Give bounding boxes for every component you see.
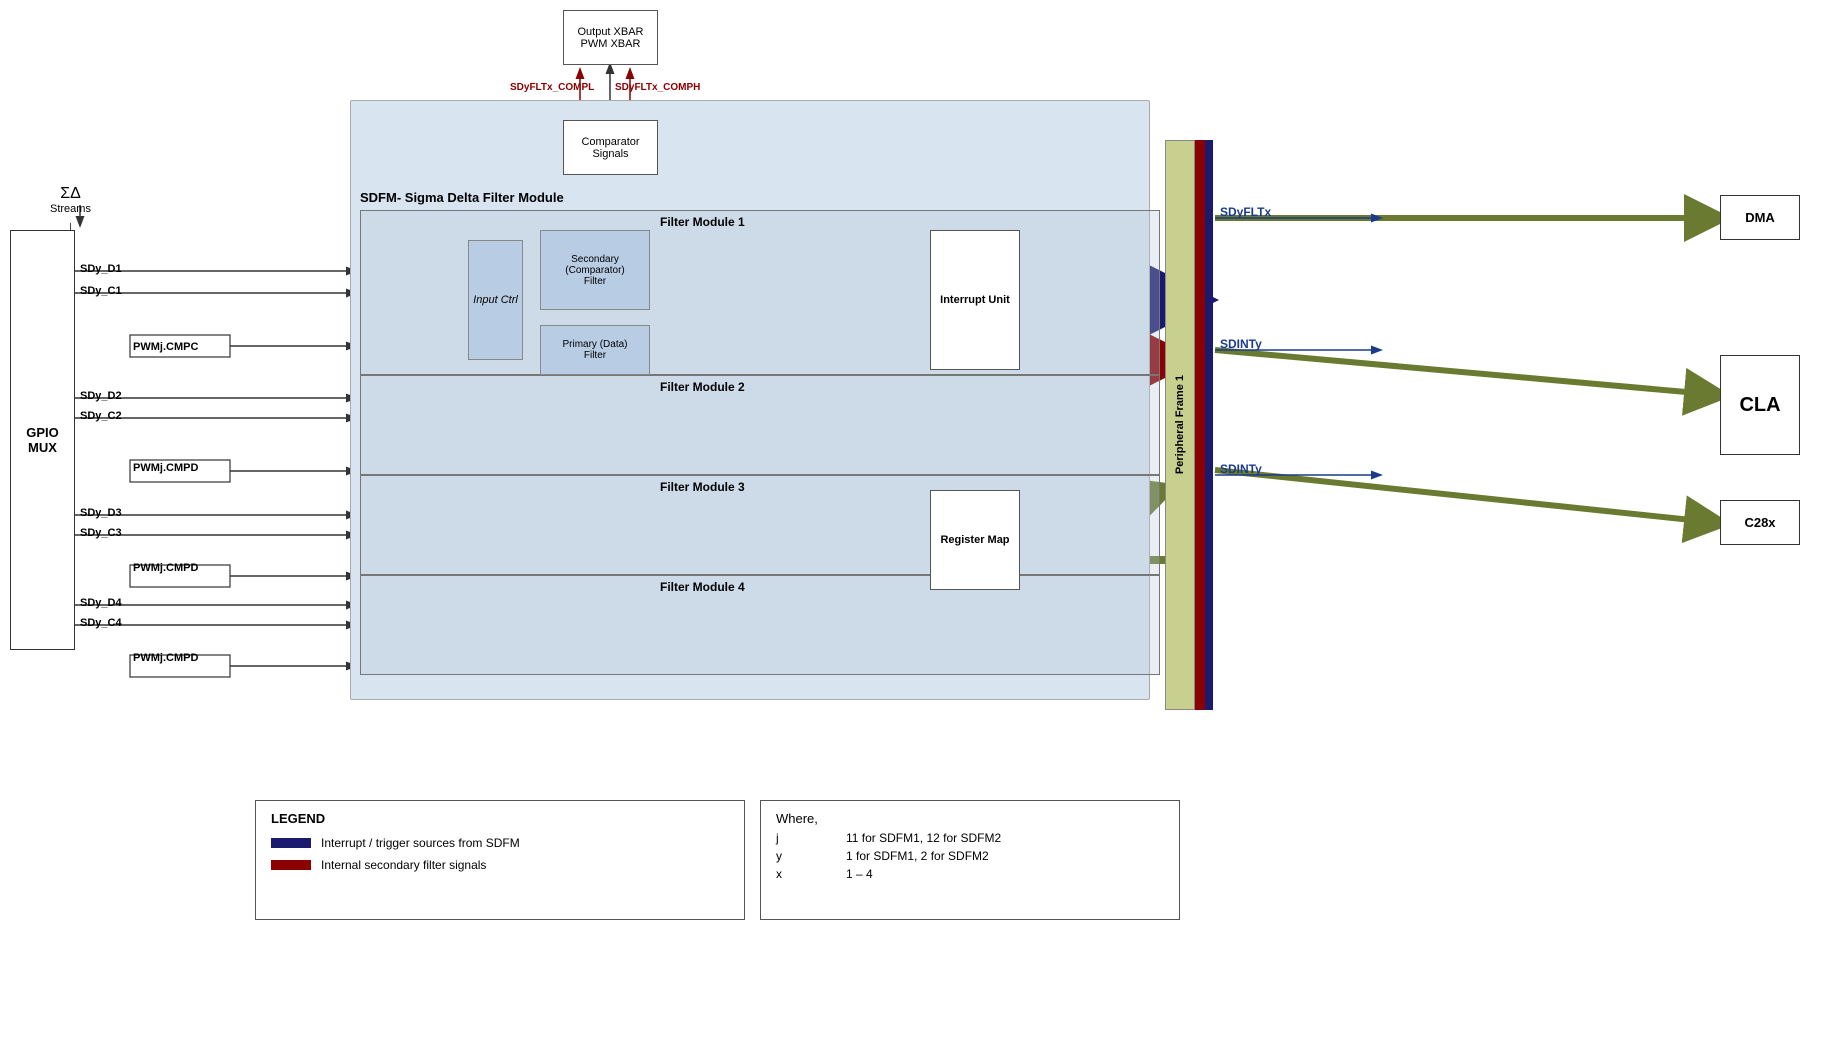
legend-item-secondary: Internal secondary filter signals [271,858,729,872]
c28x-box: C28x [1720,500,1800,545]
signal-pwmj-cmpd2: PWMj.CMPD [133,562,198,574]
where-var-j: j [776,831,796,845]
signal-sdy-d1: SDy_D1 [80,263,122,275]
sdint-label-top: SDINTy [1220,337,1262,351]
filter-module-3-label: Filter Module 3 [660,480,745,494]
primary-filter-label: Primary (Data)Filter [562,339,627,361]
legend-label-secondary: Internal secondary filter signals [321,858,486,872]
input-ctrl-box: Input Ctrl [468,240,523,360]
peripheral-frame-label: Peripheral Frame 1 [1174,375,1186,474]
interrupt-unit-label: Interrupt Unit [940,294,1010,306]
where-val-y: 1 for SDFM1, 2 for SDFM2 [846,849,1164,863]
comph-label: SDyFLTx_COMPH [615,82,700,93]
dark-bar-red [1195,140,1205,710]
signal-sdy-d2: SDy_D2 [80,390,122,402]
signal-sdy-c3: SDy_C3 [80,527,122,539]
output-xbar-label: Output XBARPWM XBAR [577,26,643,50]
register-map-label: Register Map [940,534,1009,546]
c28x-label: C28x [1744,515,1775,530]
sigma-delta-streams: Streams [50,203,91,215]
comparator-signals-box: Comparator Signals [563,120,658,175]
signal-sdy-d4: SDy_D4 [80,597,122,609]
where-box: Where, j 11 for SDFM1, 12 for SDFM2 y 1 … [760,800,1180,920]
dark-bar-navy [1205,140,1213,710]
sdfm-title: SDFM- Sigma Delta Filter Module [360,190,564,205]
signal-pwmj-cmpc: PWMj.CMPC [133,341,198,353]
signal-sdy-d3: SDy_D3 [80,507,122,519]
secondary-filter-box: Secondary(Comparator)Filter [540,230,650,310]
where-val-j: 11 for SDFM1, 12 for SDFM2 [846,831,1164,845]
diagram-container: ΣΔ Streams ↓ GPIOMUX SDy_D1 SDy_C1 PWMj.… [0,0,1825,1037]
legend-title: LEGEND [271,811,729,826]
where-title: Where, [776,811,1164,826]
signal-pwmj-cmpd1: PWMj.CMPD [133,462,198,474]
filter-module-4-area [360,575,1160,675]
dma-label: DMA [1745,210,1775,225]
filter-module-3-area [360,475,1160,575]
where-var-x: x [776,867,796,881]
dma-box: DMA [1720,195,1800,240]
filter-module-4-label: Filter Module 4 [660,580,745,594]
legend-color-interrupt [271,838,311,848]
primary-filter-box: Primary (Data)Filter [540,325,650,375]
register-map-box: Register Map [930,490,1020,590]
filter-module-2-label: Filter Module 2 [660,380,745,394]
signal-sdy-c4: SDy_C4 [80,617,122,629]
secondary-filter-label: Secondary(Comparator)Filter [565,254,624,287]
gpio-mux-box: GPIOMUX [10,230,75,650]
sdint-label-bottom: SDINTy [1220,462,1262,476]
interrupt-unit-box: Interrupt Unit [930,230,1020,370]
input-ctrl-label: Input Ctrl [473,294,518,306]
output-xbar-box: Output XBARPWM XBAR [563,10,658,65]
filter-module-1-label: Filter Module 1 [660,215,745,229]
signal-pwmj-cmpd3: PWMj.CMPD [133,652,198,664]
legend-color-secondary [271,860,311,870]
signal-sdy-c2: SDy_C2 [80,410,122,422]
sdyfltx-label: SDyFLTx [1220,205,1271,219]
legend-box: LEGEND Interrupt / trigger sources from … [255,800,745,920]
filter-module-2-area [360,375,1160,475]
sigma-delta-symbol: ΣΔ [50,185,91,203]
where-var-y: y [776,849,796,863]
where-val-x: 1 – 4 [846,867,1164,881]
comparator-signals-label: Comparator Signals [564,136,657,160]
legend-label-interrupt: Interrupt / trigger sources from SDFM [321,836,520,850]
cla-label: CLA [1739,394,1780,417]
cla-box: CLA [1720,355,1800,455]
gpio-mux-label: GPIOMUX [26,425,59,455]
where-grid: j 11 for SDFM1, 12 for SDFM2 y 1 for SDF… [776,831,1164,881]
legend-item-interrupt: Interrupt / trigger sources from SDFM [271,836,729,850]
peripheral-frame-bar: Peripheral Frame 1 [1165,140,1195,710]
compl-label: SDyFLTx_COMPL [510,82,594,93]
signal-sdy-c1: SDy_C1 [80,285,122,297]
